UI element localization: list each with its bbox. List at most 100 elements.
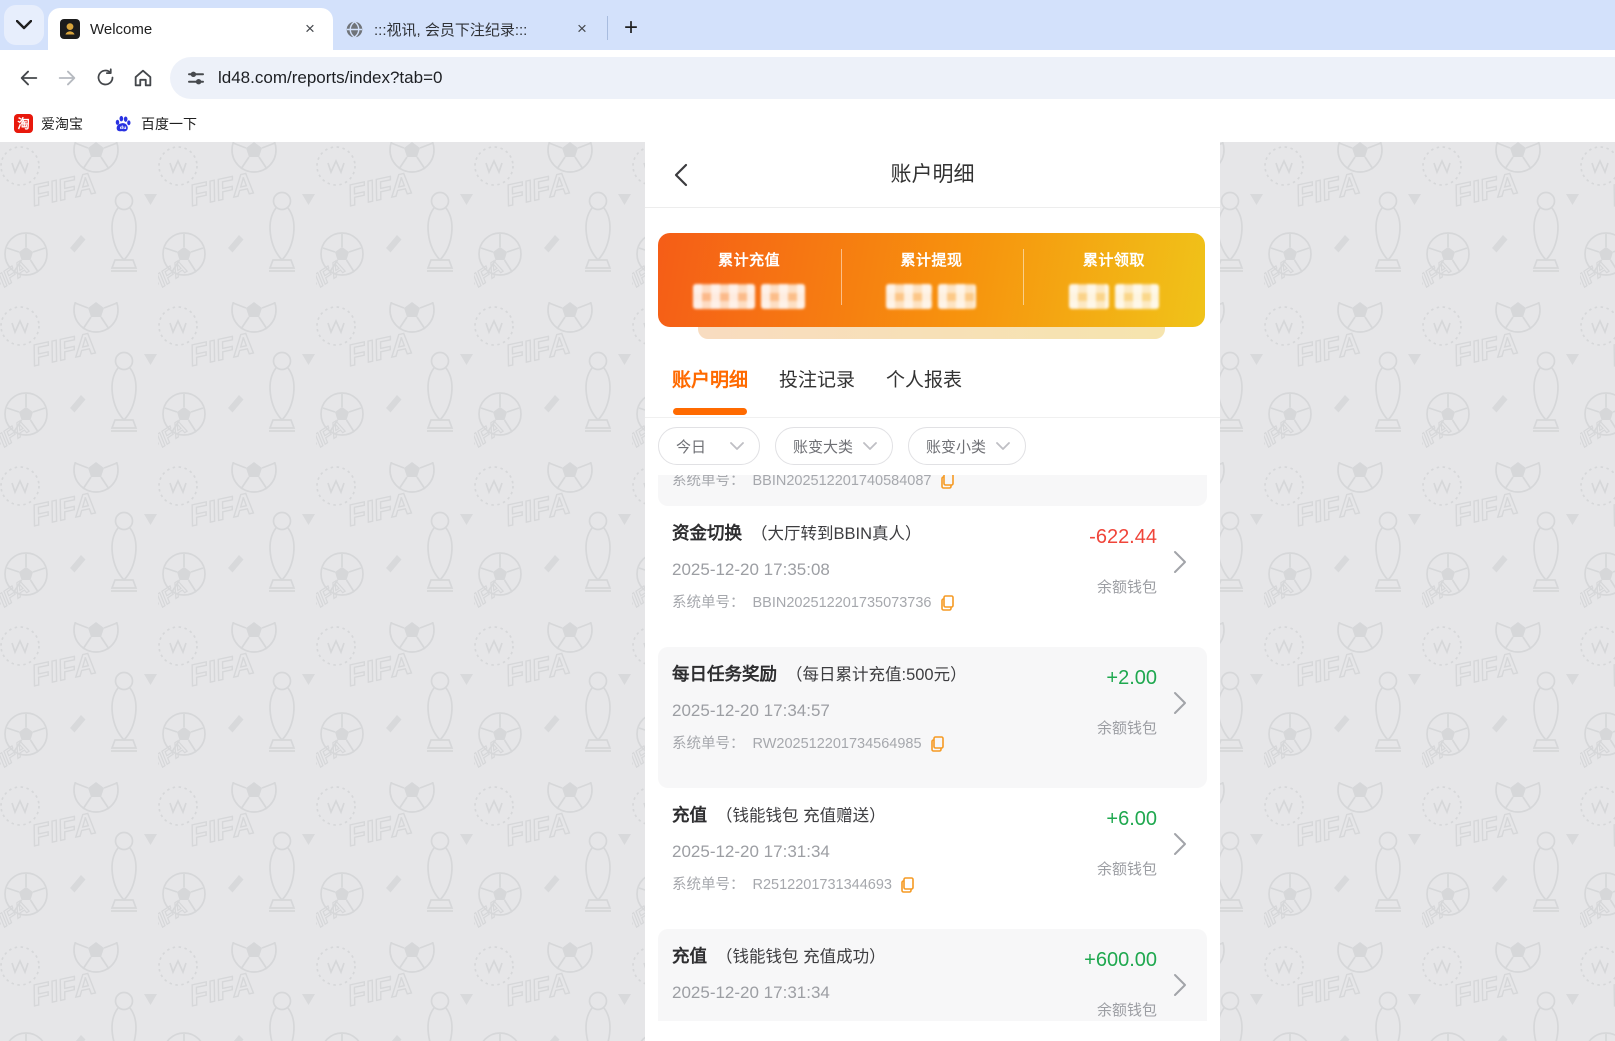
svg-text:du: du xyxy=(120,124,127,130)
transaction-amount: +6.00 xyxy=(1106,808,1157,830)
row-chevron-button[interactable] xyxy=(1173,832,1187,861)
new-tab-button[interactable]: + xyxy=(616,13,646,43)
table-row[interactable]: 充值 （钱能钱包 充值成功） 2025-12-20 17:31:34 +600.… xyxy=(658,929,1207,1021)
tab-personal-report[interactable]: 个人报表 xyxy=(886,339,962,417)
chevron-left-icon xyxy=(674,163,688,187)
order-number-value: RW202512201734564985 xyxy=(752,736,922,752)
home-icon xyxy=(134,69,152,86)
row-chevron-button[interactable] xyxy=(1173,550,1187,579)
chevron-down-icon xyxy=(16,20,32,30)
chevron-down-icon xyxy=(730,441,744,450)
stat-divider xyxy=(840,249,842,305)
wallet-label: 余额钱包 xyxy=(1096,579,1157,596)
order-number-label: 系统单号： xyxy=(672,736,745,752)
tab-title: Welcome xyxy=(90,20,153,38)
transaction-detail: （每日累计充值:500元） xyxy=(786,666,967,684)
stat-value-redacted xyxy=(1068,284,1159,309)
taobao-icon: 淘 xyxy=(14,114,33,133)
tab-betting-record[interactable]: 投注记录 xyxy=(779,339,855,417)
copy-icon xyxy=(940,475,954,489)
account-detail-panel: 账户明细 累计充值 累计提现 累计领取 账户明细 投注记录 个人报表 今日 账变… xyxy=(645,142,1220,1041)
url-address-bar[interactable]: ld48.com/reports/index?tab=0 xyxy=(170,56,1615,99)
filter-major-type-dropdown[interactable]: 账变大类 xyxy=(775,427,893,465)
transaction-amount: +2.00 xyxy=(1106,667,1157,689)
row-chevron-button[interactable] xyxy=(1173,973,1187,1002)
transaction-detail: （大厅转到BBIN真人） xyxy=(751,525,922,543)
copy-icon xyxy=(940,595,954,611)
tab-search-button[interactable] xyxy=(4,5,44,45)
reload-button[interactable] xyxy=(86,59,124,97)
copy-button[interactable] xyxy=(940,475,955,489)
navigation-bar: ld48.com/reports/index?tab=0 xyxy=(0,50,1615,105)
stats-section: 累计充值 累计提现 累计领取 xyxy=(645,208,1220,339)
baidu-icon: du xyxy=(115,115,131,131)
table-row[interactable]: 资金切换 （大厅转到BBIN真人） 2025-12-20 17:35:08 系统… xyxy=(658,506,1207,647)
tab-betting-records[interactable]: :::视讯, 会员下注纪录::: × xyxy=(333,8,605,50)
stat-value-redacted xyxy=(693,284,806,309)
wallet-label: 余额钱包 xyxy=(1096,1002,1157,1019)
stat-divider xyxy=(1022,249,1024,305)
transaction-detail: （钱能钱包 充值赠送） xyxy=(716,807,886,825)
order-number-label: 系统单号： xyxy=(672,475,745,489)
bookmarks-bar: 淘 爱淘宝 du 百度一下 xyxy=(0,105,1615,142)
order-number-value: BBIN202512201740584087 xyxy=(752,475,932,489)
filter-label: 今日 xyxy=(676,438,707,456)
stat-total-deposit: 累计充值 xyxy=(658,233,840,327)
home-button[interactable] xyxy=(124,59,162,97)
transaction-type: 每日任务奖励 xyxy=(672,664,777,684)
transaction-list: 系统单号： BBIN202512201740584087 资金切换 （大厅转到B… xyxy=(645,475,1220,1021)
bookmark-taobao[interactable]: 淘 爱淘宝 xyxy=(14,114,83,134)
stats-card: 累计充值 累计提现 累计领取 xyxy=(658,233,1205,327)
site-settings-icon[interactable] xyxy=(186,68,206,88)
order-number-label: 系统单号： xyxy=(672,595,745,611)
stat-value-redacted xyxy=(886,284,977,309)
tab-account-detail[interactable]: 账户明细 xyxy=(672,339,748,417)
stat-label: 累计充值 xyxy=(718,252,781,269)
copy-icon xyxy=(901,877,914,893)
back-button[interactable] xyxy=(10,59,48,97)
order-number-value: R2512201731344693 xyxy=(752,877,893,893)
transaction-detail: （钱能钱包 充值成功） xyxy=(716,948,886,966)
back-chevron-button[interactable] xyxy=(671,162,691,193)
page-title: 账户明细 xyxy=(890,163,975,186)
filter-date-dropdown[interactable]: 今日 xyxy=(658,427,760,465)
tab-welcome[interactable]: Welcome × xyxy=(48,8,333,50)
filter-minor-type-dropdown[interactable]: 账变小类 xyxy=(908,427,1026,465)
chevron-right-icon xyxy=(1174,833,1186,855)
transaction-type: 充值 xyxy=(672,946,707,966)
chevron-right-icon xyxy=(1174,692,1186,714)
row-chevron-button[interactable] xyxy=(1173,691,1187,720)
transaction-amount: +600.00 xyxy=(1084,949,1157,971)
reload-icon xyxy=(97,68,113,86)
panel-header: 账户明细 xyxy=(645,142,1220,208)
transaction-type: 资金切换 xyxy=(672,523,742,543)
chevron-down-icon xyxy=(996,441,1010,450)
url-text: ld48.com/reports/index?tab=0 xyxy=(218,67,443,87)
tab-divider xyxy=(607,16,608,40)
forward-arrow-icon xyxy=(58,70,76,85)
bookmark-label: 百度一下 xyxy=(141,115,197,132)
bookmark-baidu[interactable]: du 百度一下 xyxy=(113,114,197,134)
order-number-line: 系统单号： BBIN202512201740584087 xyxy=(672,475,955,491)
order-number-value: BBIN202512201735073736 xyxy=(752,595,932,611)
back-arrow-icon xyxy=(20,70,38,85)
table-row[interactable]: 充值 （钱能钱包 充值赠送） 2025-12-20 17:31:34 系统单号：… xyxy=(658,788,1207,929)
close-icon[interactable]: × xyxy=(571,18,593,40)
stats-card-underlay xyxy=(698,327,1165,339)
filter-row: 今日 账变大类 账变小类 xyxy=(645,418,1220,475)
chevron-down-icon xyxy=(863,441,877,450)
globe-icon xyxy=(346,20,363,38)
copy-button[interactable] xyxy=(900,877,915,893)
copy-icon xyxy=(930,736,944,752)
tab-strip: Welcome × :::视讯, 会员下注纪录::: × + xyxy=(0,0,1615,50)
forward-button[interactable] xyxy=(48,59,86,97)
order-number-label: 系统单号： xyxy=(672,877,745,893)
copy-button[interactable] xyxy=(930,736,945,752)
table-row[interactable]: 系统单号： BBIN202512201740584087 xyxy=(658,475,1207,506)
stat-label: 累计领取 xyxy=(1082,252,1145,269)
stat-total-claimed: 累计领取 xyxy=(1023,233,1205,327)
copy-button[interactable] xyxy=(940,595,955,611)
table-row[interactable]: 每日任务奖励 （每日累计充值:500元） 2025-12-20 17:34:57… xyxy=(658,647,1207,788)
close-icon[interactable]: × xyxy=(299,18,321,40)
site-favicon-icon xyxy=(60,19,80,39)
